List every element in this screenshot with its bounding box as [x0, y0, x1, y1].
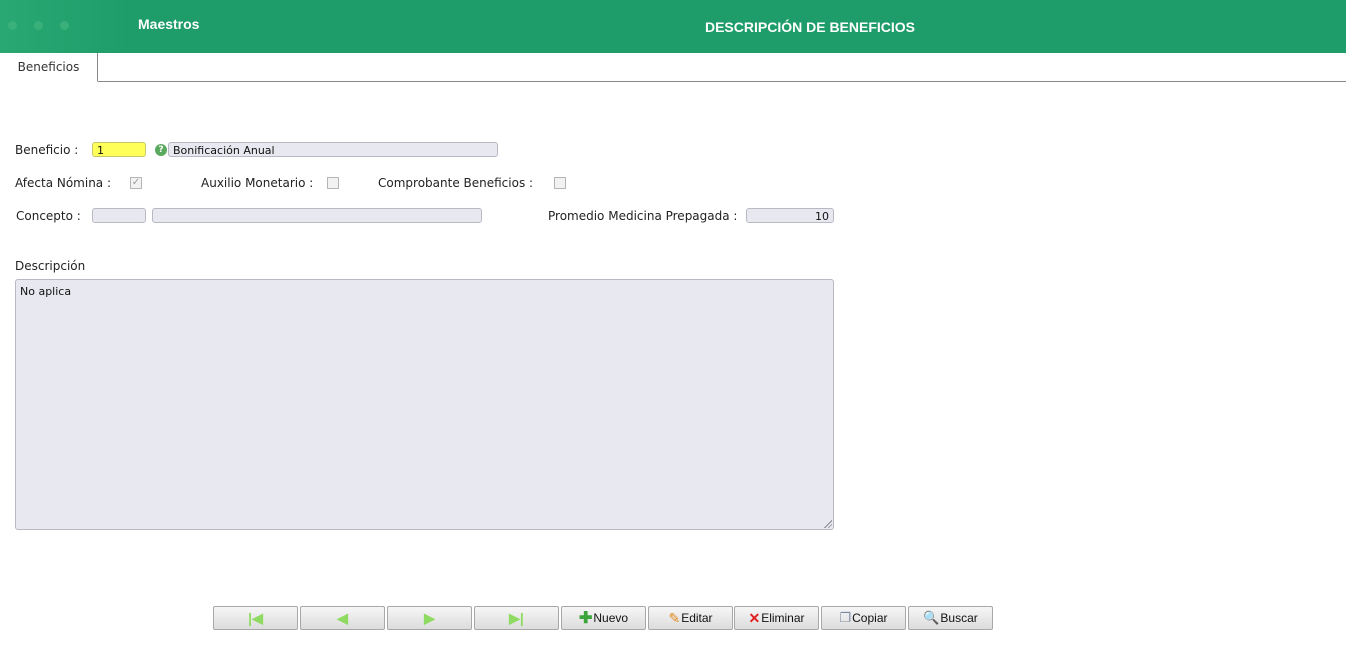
- descripcion-text: No aplica: [20, 285, 72, 298]
- descripcion-label: Descripción: [15, 259, 86, 273]
- concepto-name-input[interactable]: [152, 208, 482, 223]
- previous-record-button[interactable]: ◀: [300, 606, 385, 630]
- comprobante-beneficios-label: Comprobante Beneficios :: [378, 176, 534, 190]
- editar-button[interactable]: ✎ Editar: [648, 606, 733, 630]
- tab-beneficios[interactable]: Beneficios: [0, 53, 98, 82]
- beneficio-code-input[interactable]: 1: [92, 142, 146, 157]
- plus-icon: ✚: [578, 610, 593, 627]
- resize-grip-icon[interactable]: [824, 520, 832, 528]
- delete-x-icon: ✕: [748, 609, 761, 626]
- copy-icon: ❐: [839, 610, 852, 625]
- previous-record-icon: ◀: [337, 609, 348, 626]
- buscar-button[interactable]: 🔍 Buscar: [908, 606, 993, 630]
- concepto-code-input[interactable]: [92, 208, 146, 223]
- beneficio-name-input[interactable]: Bonificación Anual: [168, 142, 498, 157]
- page-title: DESCRIPCIÓN DE BENEFICIOS: [704, 19, 916, 35]
- last-record-button[interactable]: ▶|: [474, 606, 559, 630]
- nuevo-button[interactable]: ✚ Nuevo: [561, 606, 646, 630]
- copiar-button[interactable]: ❐ Copiar: [821, 606, 906, 630]
- comprobante-beneficios-checkbox[interactable]: [554, 177, 566, 189]
- auxilio-monetario-label: Auxilio Monetario :: [201, 176, 314, 190]
- descripcion-textarea[interactable]: No aplica: [15, 279, 834, 530]
- afecta-nomina-checkbox[interactable]: ✓: [130, 177, 142, 189]
- buscar-label: Buscar: [940, 611, 978, 625]
- beneficio-label: Beneficio :: [15, 143, 79, 157]
- first-record-button[interactable]: |◀: [213, 606, 298, 630]
- concepto-label: Concepto :: [16, 209, 81, 223]
- eliminar-button[interactable]: ✕ Eliminar: [734, 606, 819, 630]
- nuevo-label: Nuevo: [593, 611, 629, 625]
- promedio-medicina-label: Promedio Medicina Prepagada :: [548, 209, 738, 223]
- copiar-label: Copiar: [852, 611, 888, 625]
- help-lookup-icon[interactable]: ?: [155, 144, 167, 156]
- auxilio-monetario-checkbox[interactable]: [327, 177, 339, 189]
- editar-label: Editar: [681, 611, 713, 625]
- afecta-nomina-label: Afecta Nómina :: [15, 176, 112, 190]
- promedio-medicina-input[interactable]: 10: [746, 208, 834, 223]
- first-record-icon: |◀: [248, 609, 263, 626]
- next-record-button[interactable]: ▶: [387, 606, 472, 630]
- pencil-icon: ✎: [668, 609, 681, 626]
- search-icon: 🔍: [923, 610, 940, 625]
- eliminar-label: Eliminar: [761, 611, 805, 625]
- next-record-icon: ▶: [424, 609, 435, 626]
- tab-bar: Beneficios: [0, 53, 1346, 82]
- last-record-icon: ▶|: [509, 609, 524, 626]
- app-header: Maestros DESCRIPCIÓN DE BENEFICIOS: [0, 0, 1346, 53]
